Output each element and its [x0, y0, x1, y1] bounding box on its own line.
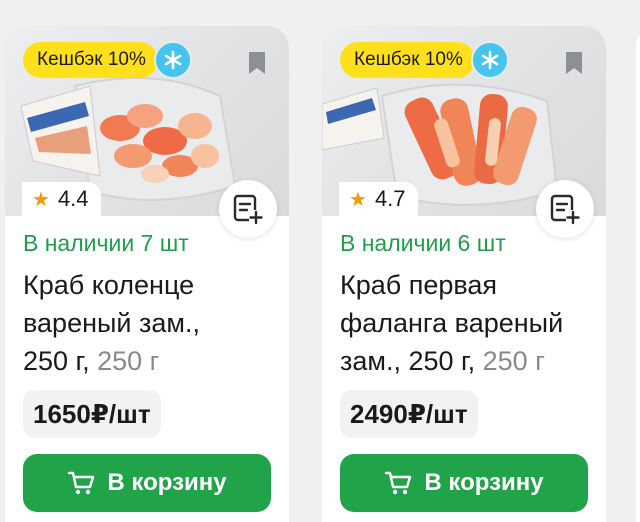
bookmark-icon[interactable]: [564, 50, 584, 76]
price-tag: 2490₽/шт: [340, 390, 478, 438]
add-to-list-icon: [550, 194, 580, 225]
title-line: фаланга вареный: [340, 308, 564, 338]
product-title[interactable]: Краб первая фаланга вареный зам., 250 г,…: [340, 266, 602, 380]
product-card[interactable]: Кешбэк 10% ★ 4.4 В наличии 7 шт Краб кол…: [5, 26, 289, 522]
snowflake-icon: [153, 41, 192, 79]
snowflake-icon: [470, 41, 509, 79]
stock-status: В наличии 7 шт: [23, 230, 189, 256]
product-grid: Кешбэк 10% ★ 4.4 В наличии 7 шт Краб кол…: [0, 0, 640, 522]
title-line: Краб коленце: [23, 270, 195, 300]
star-icon: ★: [349, 188, 367, 211]
title-tail: зам., 250 г,: [340, 346, 476, 376]
add-to-list-button[interactable]: [536, 180, 594, 238]
rating-badge: ★ 4.7: [339, 182, 418, 216]
price-tag: 1650₽/шт: [23, 390, 161, 438]
product-weight: 250 г: [482, 346, 545, 376]
add-to-cart-button[interactable]: В корзину: [23, 454, 271, 512]
title-line: Краб первая: [340, 270, 498, 300]
cart-icon: [67, 470, 95, 496]
cashback-badge: Кешбэк 10%: [23, 41, 192, 79]
cart-button-label: В корзину: [424, 469, 544, 496]
cart-button-label: В корзину: [107, 469, 227, 496]
title-line: вареный зам.,: [23, 308, 200, 338]
stock-status: В наличии 6 шт: [340, 230, 506, 256]
product-card-partial[interactable]: [636, 26, 640, 522]
add-to-cart-button[interactable]: В корзину: [340, 454, 588, 512]
star-icon: ★: [32, 188, 50, 211]
bookmark-icon[interactable]: [247, 50, 267, 76]
product-card[interactable]: Кешбэк 10% ★ 4.7 В наличии 6 шт Краб пер…: [322, 26, 606, 522]
add-to-list-icon: [233, 194, 263, 225]
cashback-label: Кешбэк 10%: [23, 42, 158, 78]
rating-value: 4.7: [374, 186, 406, 211]
rating-badge: ★ 4.4: [22, 182, 101, 216]
product-weight: 250 г: [97, 346, 160, 376]
cashback-badge: Кешбэк 10%: [340, 41, 509, 79]
add-to-list-button[interactable]: [219, 180, 277, 238]
rating-value: 4.4: [57, 186, 89, 211]
cashback-label: Кешбэк 10%: [340, 42, 475, 78]
title-tail: 250 г,: [23, 346, 90, 376]
cart-icon: [384, 470, 412, 496]
product-title[interactable]: Краб коленце вареный зам., 250 г, 250 г: [23, 266, 285, 380]
